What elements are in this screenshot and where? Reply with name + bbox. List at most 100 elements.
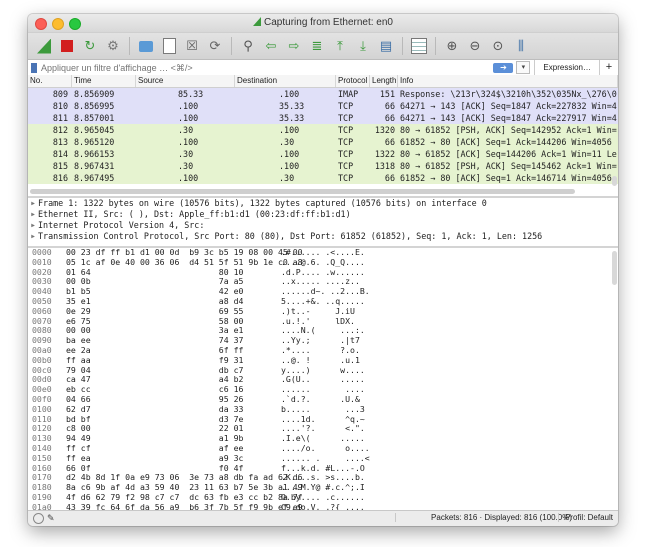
main-toolbar: ↻ ⚙ ☒ ⟳ ⚲ ⇦ ⇨ ≣ ⤒ ⤓ ▤ ⊕ ⊖ ⊙ ⫼ bbox=[28, 33, 618, 60]
detail-row-tcp[interactable]: ▶ Transmission Control Protocol, Src Port… bbox=[28, 231, 618, 242]
expand-triangle-icon[interactable]: ▶ bbox=[28, 209, 38, 220]
packet-details-tree[interactable]: ▶ Frame 1: 1322 bytes on wire (10576 bits… bbox=[28, 198, 618, 246]
column-header-destination[interactable]: Destination bbox=[235, 75, 336, 87]
packet-row[interactable]: 811 8.857001 .100 35.33 TCP 66 64271 → 143 [AC… bbox=[28, 112, 618, 124]
detail-row-ethernet[interactable]: ▶ Ethernet II, Src: ( ), Dst: Apple_ff:b1… bbox=[28, 209, 618, 220]
start-capture-icon[interactable] bbox=[34, 36, 54, 56]
toolbar-separator bbox=[435, 37, 436, 55]
wireshark-fin-icon bbox=[253, 17, 262, 26]
go-first-icon[interactable]: ⤒ bbox=[330, 36, 350, 56]
expand-triangle-icon[interactable]: ▶ bbox=[28, 231, 38, 242]
go-back-icon[interactable]: ⇦ bbox=[261, 36, 281, 56]
packet-bytes-pane[interactable]: 0000 00 23 df ff b1 d1 00 0d b9 3c b5 19 … bbox=[28, 247, 618, 512]
packet-row[interactable]: 812 8.965045 .30 .100 TCP 1320 80 → 61852 [PSH… bbox=[28, 124, 618, 136]
cell-src: .100 bbox=[178, 101, 199, 111]
cell-time: 8.856909 bbox=[74, 89, 115, 99]
capture-comment-icon[interactable]: ✎ bbox=[47, 513, 55, 524]
packet-rows: 809 8.856909 85.33 .100 IMAP 151 Response: \21… bbox=[28, 88, 618, 184]
packet-list[interactable]: No. Time Source Destination Protocol Len… bbox=[28, 75, 618, 196]
apply-filter-arrow-icon[interactable]: ➔ bbox=[493, 62, 514, 73]
cell-info: Response: \213r\324$\3210h\352\035Nx_\27… bbox=[400, 89, 617, 99]
packet-list-vscrollbar[interactable] bbox=[612, 88, 617, 186]
autoscroll-icon[interactable]: ▤ bbox=[376, 36, 396, 56]
bytes-vscrollbar[interactable] bbox=[612, 251, 617, 506]
cell-time: 8.856995 bbox=[74, 101, 115, 111]
open-file-icon[interactable] bbox=[136, 36, 156, 56]
zoom-out-icon[interactable]: ⊖ bbox=[465, 36, 485, 56]
cell-dst: .100 bbox=[279, 89, 300, 99]
expression-button[interactable]: Expression… bbox=[534, 60, 599, 75]
cell-proto: TCP bbox=[338, 173, 354, 183]
cell-info: 80 → 61852 [PSH, ACK] Seq=142952 Ack=1 W… bbox=[400, 125, 617, 135]
detail-row-ip[interactable]: ▶ Internet Protocol Version 4, Src: bbox=[28, 220, 618, 231]
go-to-packet-icon[interactable]: ≣ bbox=[307, 36, 327, 56]
cell-len: 1320 bbox=[374, 125, 395, 135]
column-header-time[interactable]: Time bbox=[72, 75, 136, 87]
cell-info: 61852 → 80 [ACK] Seq=1 Ack=144206 Win=40… bbox=[400, 137, 612, 147]
reload-icon[interactable]: ⟳ bbox=[205, 36, 225, 56]
colorize-icon[interactable] bbox=[409, 36, 429, 56]
packet-list-header: No. Time Source Destination Protocol Len… bbox=[28, 75, 618, 88]
cell-time: 8.966153 bbox=[74, 149, 115, 159]
close-file-icon[interactable]: ☒ bbox=[182, 36, 202, 56]
cell-info: 64271 → 143 [ACK] Seq=1847 Ack=227917 Wi… bbox=[400, 113, 617, 123]
packet-row[interactable]: 809 8.856909 85.33 .100 IMAP 151 Response: \21… bbox=[28, 88, 618, 100]
column-header-no[interactable]: No. bbox=[28, 75, 72, 87]
stop-capture-icon[interactable] bbox=[57, 36, 77, 56]
find-icon[interactable]: ⚲ bbox=[238, 36, 258, 56]
packet-row[interactable]: 810 8.856995 .100 35.33 TCP 66 64271 → 143 [AC… bbox=[28, 100, 618, 112]
cell-time: 8.857001 bbox=[74, 113, 115, 123]
save-file-icon[interactable] bbox=[159, 36, 179, 56]
profile-indicator[interactable]: Profil: Default bbox=[557, 513, 613, 522]
title-bar: Capturing from Ethernet: en0 bbox=[28, 14, 618, 33]
go-forward-icon[interactable]: ⇨ bbox=[284, 36, 304, 56]
packet-row[interactable]: 816 8.967495 .100 .30 TCP 66 61852 → 80 [ACK] … bbox=[28, 172, 618, 184]
expert-info-icon[interactable] bbox=[33, 513, 44, 524]
expand-triangle-icon[interactable]: ▶ bbox=[28, 198, 38, 209]
cell-dst: .100 bbox=[279, 149, 300, 159]
resize-columns-icon[interactable]: ⫼ bbox=[511, 36, 531, 56]
cell-proto: TCP bbox=[338, 149, 354, 159]
zoom-normal-icon[interactable]: ⊙ bbox=[488, 36, 508, 56]
cell-src: .30 bbox=[178, 161, 194, 171]
restart-capture-icon[interactable]: ↻ bbox=[80, 36, 100, 56]
cell-src: .30 bbox=[178, 149, 194, 159]
zoom-in-icon[interactable]: ⊕ bbox=[442, 36, 462, 56]
detail-row-frame[interactable]: ▶ Frame 1: 1322 bytes on wire (10576 bits… bbox=[28, 198, 618, 209]
cell-time: 8.967495 bbox=[74, 173, 115, 183]
packet-row[interactable]: 813 8.965120 .100 .30 TCP 66 61852 → 80 [ACK] … bbox=[28, 136, 618, 148]
column-header-length[interactable]: Length bbox=[370, 75, 398, 87]
column-header-info[interactable]: Info bbox=[398, 75, 618, 87]
cell-proto: IMAP bbox=[338, 89, 359, 99]
packet-row[interactable]: 814 8.966153 .30 .100 TCP 1322 80 → 61852 [ACK… bbox=[28, 148, 618, 160]
status-bar: ✎ Packets: 816 · Displayed: 816 (100.0%)… bbox=[28, 510, 618, 526]
packet-list-hscrollbar[interactable] bbox=[28, 189, 610, 194]
expand-triangle-icon[interactable]: ▶ bbox=[28, 220, 38, 231]
packet-row[interactable]: 815 8.967431 .30 .100 TCP 1318 80 → 61852 [PSH… bbox=[28, 160, 618, 172]
column-header-protocol[interactable]: Protocol bbox=[336, 75, 370, 87]
cell-time: 8.967431 bbox=[74, 161, 115, 171]
cell-src: .100 bbox=[178, 173, 199, 183]
cell-no: 814 bbox=[52, 149, 68, 159]
cell-time: 8.965120 bbox=[74, 137, 115, 147]
cell-len: 1318 bbox=[374, 161, 395, 171]
cell-len: 1322 bbox=[374, 149, 395, 159]
bookmark-icon[interactable] bbox=[31, 62, 37, 73]
cell-len: 66 bbox=[384, 137, 395, 147]
cell-no: 815 bbox=[52, 161, 68, 171]
column-header-source[interactable]: Source bbox=[136, 75, 235, 87]
cell-no: 816 bbox=[52, 173, 68, 183]
chevron-down-icon[interactable]: ▾ bbox=[516, 61, 531, 74]
cell-no: 809 bbox=[52, 89, 68, 99]
wireshark-window: Capturing from Ethernet: en0 ↻ ⚙ ☒ ⟳ ⚲ ⇦… bbox=[28, 14, 618, 526]
cell-len: 66 bbox=[384, 113, 395, 123]
cell-dst: .30 bbox=[279, 173, 295, 183]
go-last-icon[interactable]: ⤓ bbox=[353, 36, 373, 56]
capture-options-icon[interactable]: ⚙ bbox=[103, 36, 123, 56]
cell-proto: TCP bbox=[338, 101, 354, 111]
cell-no: 811 bbox=[52, 113, 68, 123]
cell-src: 85.33 bbox=[178, 89, 204, 99]
cell-src: .30 bbox=[178, 125, 194, 135]
add-filter-button[interactable]: + bbox=[599, 60, 618, 75]
display-filter-input[interactable] bbox=[41, 61, 494, 74]
